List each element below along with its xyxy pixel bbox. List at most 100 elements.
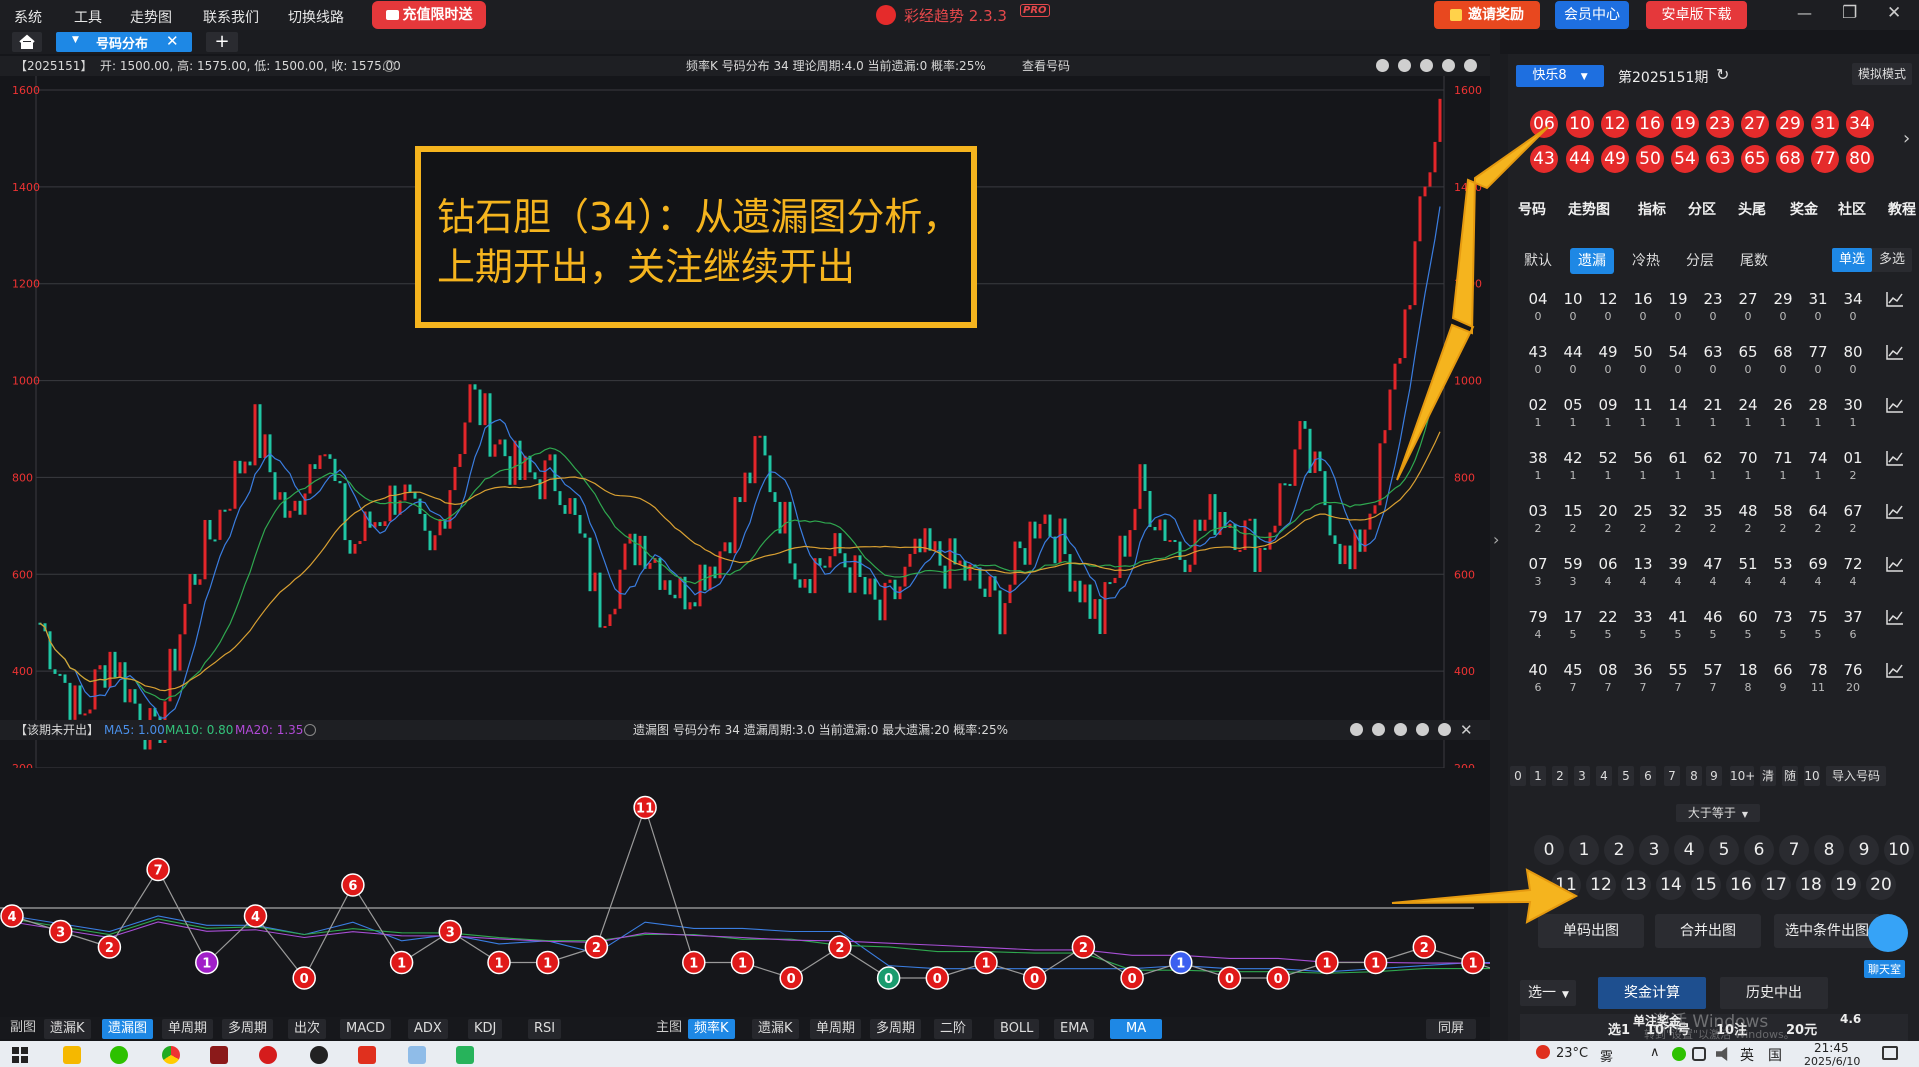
number-cell[interactable]: 70 1 [1733,448,1763,484]
number-cell[interactable]: 73 5 [1768,607,1798,643]
nav-tab[interactable]: 分区 [1688,199,1716,219]
move-down-icon[interactable] [1442,59,1455,72]
number-cell[interactable]: 72 4 [1838,554,1868,590]
sub-tab[interactable]: 默认 [1516,248,1560,274]
number-cell[interactable]: 32 2 [1663,501,1693,537]
number-cell[interactable]: 78 11 [1803,660,1833,696]
number-cell[interactable]: 50 0 [1628,342,1658,378]
sub-btn-adx[interactable]: ADX [408,1019,448,1039]
omission-count-option[interactable]: 20 [1866,870,1896,900]
tab-number-distribution[interactable]: ▼ 号码分布 ✕ [56,32,192,52]
file-explorer-icon[interactable] [63,1046,81,1064]
trend-chart-icon[interactable] [1886,556,1904,572]
omission-close-icon[interactable]: ✕ [1460,720,1473,740]
wechat-icon[interactable] [110,1046,128,1064]
sim-mode-button[interactable]: 模拟模式 [1852,63,1913,85]
number-cell[interactable]: 46 5 [1698,607,1728,643]
number-cell[interactable]: 49 0 [1593,342,1623,378]
trend-chart-icon[interactable] [1886,609,1904,625]
tray-expand-icon[interactable]: ∧ [1650,1045,1660,1060]
number-cell[interactable]: 64 2 [1803,501,1833,537]
trend-chart-icon[interactable] [1886,503,1904,519]
number-cell[interactable]: 48 2 [1733,501,1763,537]
sub-btn-count[interactable]: 出次 [288,1019,327,1039]
number-cell[interactable]: 15 2 [1558,501,1588,537]
number-cell[interactable]: 03 2 [1523,501,1553,537]
omission-filter-button[interactable]: 10+ [1730,766,1755,786]
number-cell[interactable]: 38 1 [1523,448,1553,484]
number-cell[interactable]: 44 0 [1558,342,1588,378]
restore-icon[interactable]: ❐ [1842,3,1857,23]
number-cell[interactable]: 43 0 [1523,342,1553,378]
chrome-icon[interactable] [162,1046,180,1064]
add-tab-button[interactable]: + [206,32,238,52]
qq-icon[interactable] [310,1046,328,1064]
sub-btn-multi-period[interactable]: 多周期 [222,1019,274,1039]
member-center-button[interactable]: 会员中心 [1555,1,1629,29]
omission-count-option[interactable]: 16 [1726,870,1756,900]
move-up-icon[interactable] [1420,59,1433,72]
chat-room-button[interactable]: 聊天室 [1860,914,1916,984]
nav-tab[interactable]: 奖金 [1790,199,1818,219]
nav-tab[interactable]: 教程 [1888,199,1916,219]
omission-count-option[interactable]: 12 [1586,870,1616,900]
promo-button[interactable]: 充值限时送 [372,1,486,29]
number-cell[interactable]: 05 1 [1558,395,1588,431]
number-cell[interactable]: 42 1 [1558,448,1588,484]
number-cell[interactable]: 24 1 [1733,395,1763,431]
windows-start-icon[interactable] [12,1047,28,1063]
number-cell[interactable]: 76 20 [1838,660,1868,696]
number-cell[interactable]: 65 0 [1733,342,1763,378]
sub-btn-macd[interactable]: MACD [340,1019,391,1039]
prize-calc-button[interactable]: 奖金计算 [1598,977,1706,1009]
number-cell[interactable]: 66 9 [1768,660,1798,696]
omission-count-option[interactable]: 11 [1551,870,1581,900]
omission-count-option[interactable]: 9 [1849,835,1879,865]
number-cell[interactable]: 25 2 [1628,501,1658,537]
menu-tools[interactable]: 工具 [74,7,102,27]
view-numbers-link[interactable]: 查看号码 [1022,56,1070,76]
omission-count-option[interactable]: 0 [1534,835,1564,865]
omission-count-option[interactable]: 1 [1569,835,1599,865]
number-cell[interactable]: 68 0 [1768,342,1798,378]
omission-gear-icon[interactable] [1438,723,1451,736]
omission-count-option[interactable]: 10 [1884,835,1914,865]
number-cell[interactable]: 29 0 [1768,289,1798,325]
sub-tab[interactable]: 遗漏 [1570,248,1614,274]
wps-icon[interactable] [358,1046,376,1064]
number-cell[interactable]: 39 4 [1663,554,1693,590]
main-btn-ema[interactable]: EMA [1054,1019,1095,1039]
number-cell[interactable]: 80 0 [1838,342,1868,378]
main-btn-ma[interactable]: MA [1110,1019,1163,1039]
number-cell[interactable]: 34 0 [1838,289,1868,325]
reset-icon[interactable] [1398,59,1411,72]
number-cell[interactable]: 60 5 [1733,607,1763,643]
number-cell[interactable]: 13 4 [1628,554,1658,590]
tray-app-icon[interactable] [1672,1047,1686,1061]
omission-filter-button[interactable]: 6 [1640,766,1656,786]
weather-icon[interactable] [1536,1045,1550,1059]
close-tab-icon[interactable]: ✕ [166,32,179,50]
menu-switch-line[interactable]: 切换线路 [288,7,344,27]
gte-select[interactable]: 大于等于 ▼ [1676,804,1760,822]
omission-count-option[interactable]: 8 [1814,835,1844,865]
omission-count-option[interactable]: 7 [1779,835,1809,865]
menu-contact[interactable]: 联系我们 [203,7,259,27]
number-cell[interactable]: 61 1 [1663,448,1693,484]
sub-btn-omission-k[interactable]: 遗漏K [44,1019,91,1039]
trend-chart-icon[interactable] [1886,291,1904,307]
number-cell[interactable]: 27 0 [1733,289,1763,325]
omission-filter-button[interactable]: 2 [1552,766,1568,786]
omission-reset-icon[interactable] [1372,723,1385,736]
omission-count-option[interactable]: 3 [1639,835,1669,865]
omission-filter-button[interactable]: 3 [1574,766,1590,786]
number-cell[interactable]: 52 1 [1593,448,1623,484]
notification-icon[interactable] [1882,1046,1898,1060]
omission-count-option[interactable]: 5 [1709,835,1739,865]
number-cell[interactable]: 09 1 [1593,395,1623,431]
sub-tab[interactable]: 尾数 [1732,248,1776,274]
number-cell[interactable]: 77 0 [1803,342,1833,378]
number-cell[interactable]: 74 1 [1803,448,1833,484]
home-icon[interactable] [12,32,42,52]
trend-chart-icon[interactable] [1886,397,1904,413]
